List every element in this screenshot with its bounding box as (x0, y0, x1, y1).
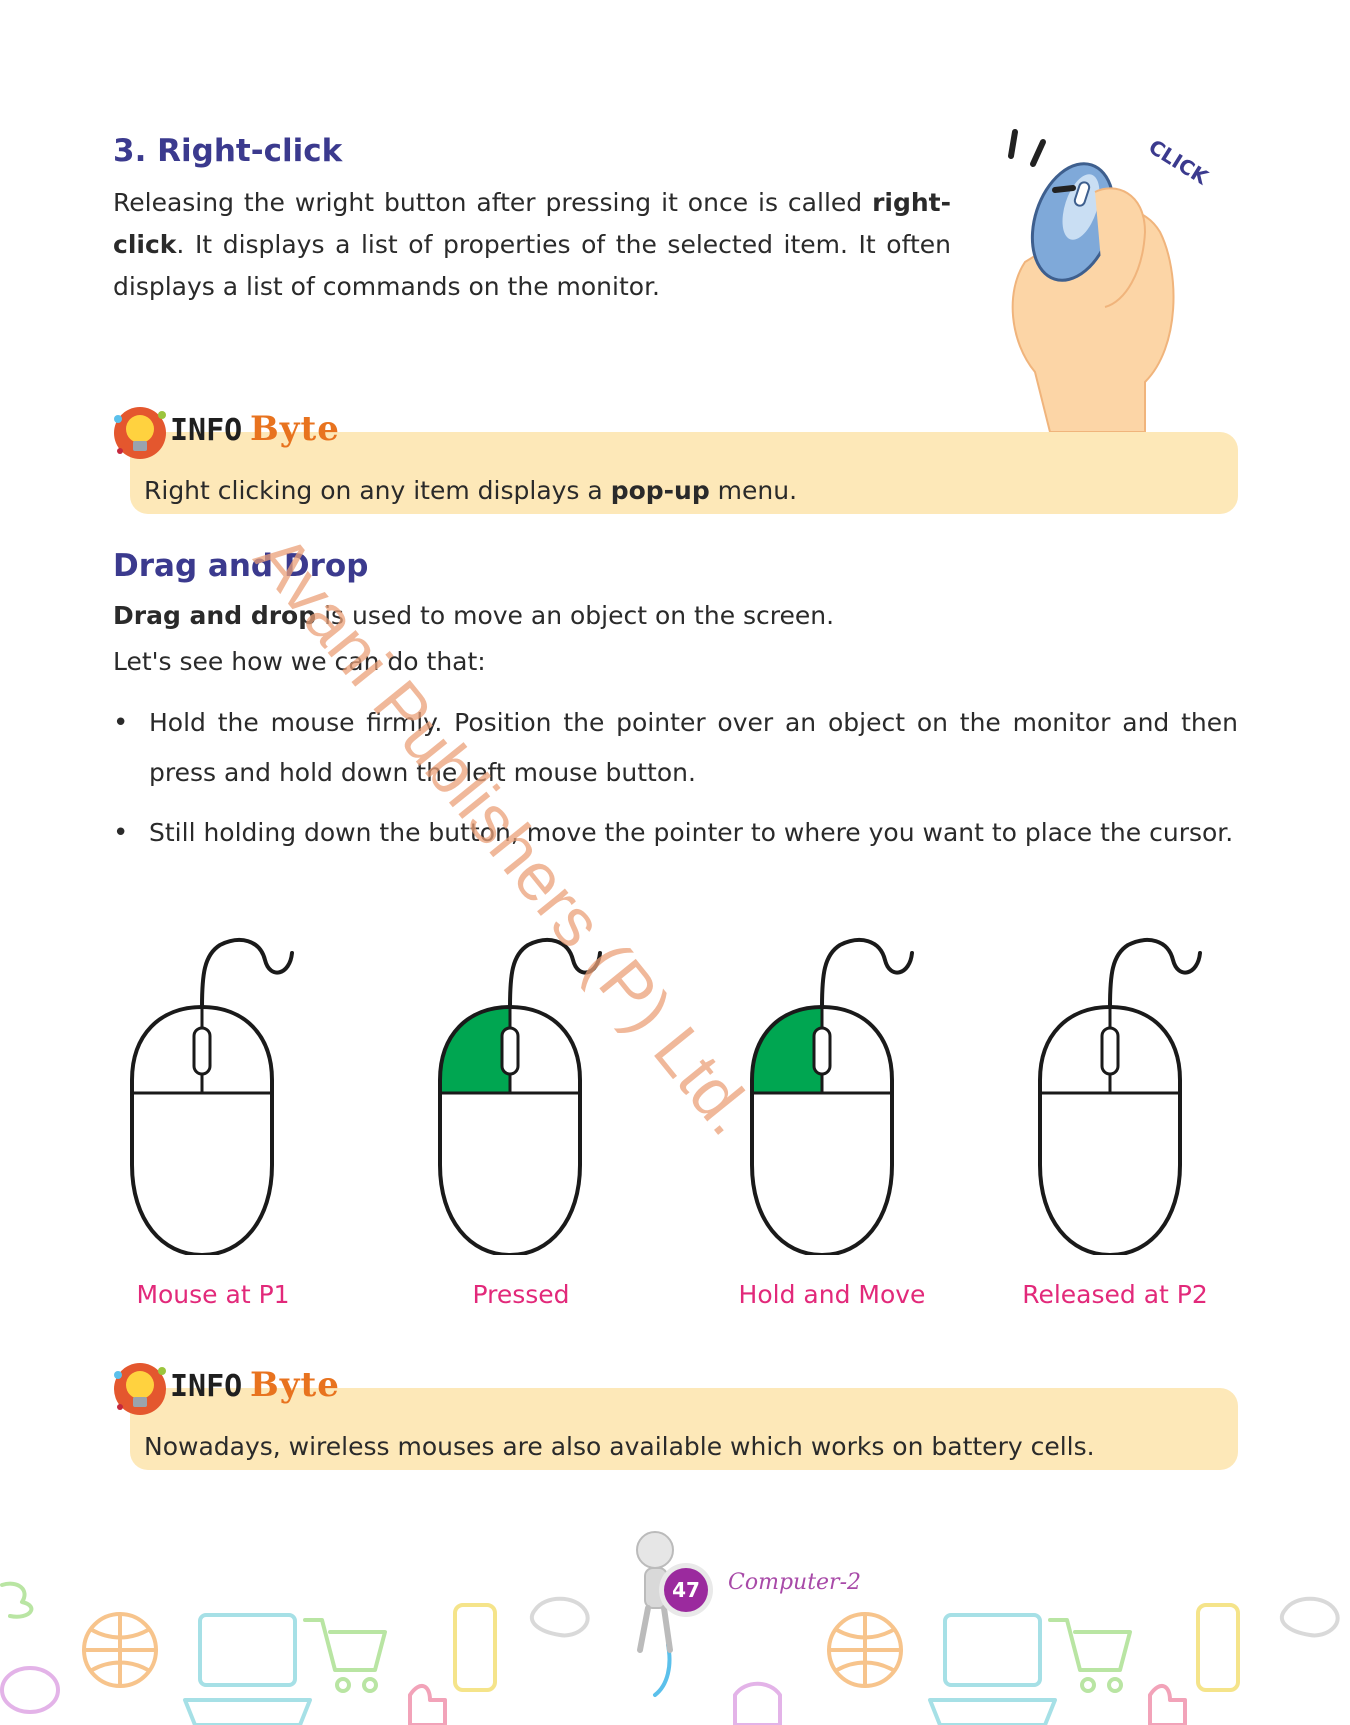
mouse-diagram (750, 938, 914, 1255)
right-click-paragraph: Releasing the wright button after pressi… (113, 188, 951, 301)
mouse-step-label: Mouse at P1 (136, 1280, 290, 1309)
click-text: CLICK (1144, 135, 1213, 191)
info-byte-badge-1: INFO Byte (112, 405, 340, 467)
drag-drop-steps-list: • Hold the mouse firmly. Position the po… (113, 698, 1238, 858)
hand-clicking-mouse-illustration: CLICK (1008, 129, 1214, 432)
pressed-left-button-fill (440, 1007, 510, 1093)
byte-label: Byte (250, 409, 340, 449)
mouse-diagram (1038, 938, 1202, 1255)
scroll-wheel (192, 1026, 212, 1076)
mouse-diagram (130, 938, 294, 1255)
scroll-wheel (500, 1026, 520, 1076)
book-title: Computer-2 (728, 1570, 861, 1595)
drag-drop-intro: Drag and drop is used to move an object … (113, 601, 835, 630)
pressed-left-button-fill (752, 1007, 822, 1093)
mouse-step-label: Pressed (472, 1280, 570, 1309)
info-byte-badge-2: INFO Byte (112, 1361, 340, 1423)
scroll-wheel (1100, 1026, 1120, 1076)
info-byte-text-2: Nowadays, wireless mouses are also avail… (144, 1432, 1095, 1461)
scroll-wheel (812, 1026, 832, 1076)
mouse-step-label: Released at P2 (1022, 1280, 1208, 1309)
mouse-step-label: Hold and Move (738, 1280, 926, 1309)
drag-drop-heading: Drag and Drop (113, 548, 369, 584)
footer-doodle-border (0, 1531, 1340, 1725)
mouse-diagram (438, 938, 602, 1255)
right-click-heading: 3. Right-click (113, 133, 343, 169)
mouse-cable (1108, 938, 1202, 1009)
mouse-cable (820, 938, 914, 1009)
mouse-cable (200, 938, 294, 1009)
page-number-badge: 47 (664, 1568, 708, 1612)
bullet-icon: • (113, 818, 129, 848)
list-item: • Hold the mouse firmly. Position the po… (113, 698, 1238, 798)
bullet-icon: • (113, 708, 129, 738)
byte-label: Byte (250, 1365, 340, 1405)
mouse-cable (508, 938, 602, 1009)
drag-drop-lead-in: Let's see how we can do that: (113, 647, 486, 676)
info-label: INFO (170, 1369, 243, 1404)
info-label: INFO (170, 413, 243, 448)
list-item: • Still holding down the button, move th… (113, 808, 1238, 858)
info-byte-text-1: Right clicking on any item displays a po… (144, 476, 798, 505)
